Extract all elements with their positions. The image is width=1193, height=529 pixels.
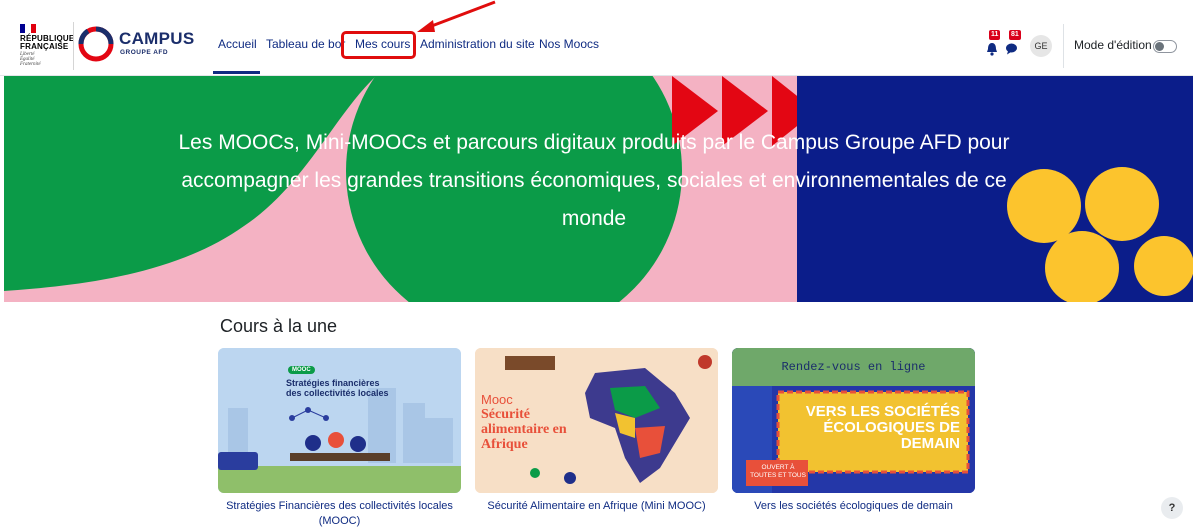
logo-divider xyxy=(73,22,74,70)
help-button[interactable]: ? xyxy=(1161,497,1183,519)
annotation-highlight-box xyxy=(341,31,416,59)
course-image-pretitle: Mooc xyxy=(481,392,513,407)
top-strip xyxy=(0,0,1193,18)
course-image-strategies[interactable]: MOOC Stratégies financières des collecti… xyxy=(218,348,461,493)
nav-active-indicator xyxy=(213,71,260,74)
french-flag-icon xyxy=(20,24,36,33)
header-divider xyxy=(1063,24,1064,68)
toggle-knob xyxy=(1155,42,1164,51)
campus-logo-subtitle: GROUPE AFD xyxy=(120,49,169,56)
campus-logo-icon[interactable] xyxy=(78,26,114,62)
nav-accueil[interactable]: Accueil xyxy=(218,37,257,51)
edit-mode-label: Mode d'édition xyxy=(1074,38,1152,52)
course-image-tag: OUVERT À TOUTES ET TOUS xyxy=(750,464,806,479)
course-image-text: Stratégies financières des collectivités… xyxy=(286,378,389,398)
nav-tableau-de-bord[interactable]: Tableau de bor xyxy=(266,37,345,51)
featured-courses-heading: Cours à la une xyxy=(220,316,338,336)
course-image-societes[interactable]: Rendez-vous en ligne VERS LES SOCIÉTÉS É… xyxy=(732,348,975,493)
navbar: RÉPUBLIQUE FRANÇAISE Liberté Égalité Fra… xyxy=(0,18,1193,76)
user-avatar[interactable]: GE xyxy=(1030,35,1052,57)
edit-mode-toggle[interactable] xyxy=(1153,40,1177,53)
course-image-securite[interactable]: Mooc Sécurité alimentaire en Afrique xyxy=(475,348,718,493)
city-illustration xyxy=(218,348,461,493)
course-image-top-text: Rendez-vous en ligne xyxy=(781,360,926,374)
republic-motto: Liberté Égalité Fraternité xyxy=(20,52,41,67)
republique-francaise-logo[interactable]: RÉPUBLIQUE FRANÇAISE Liberté Égalité Fra… xyxy=(18,24,74,70)
course-image-text: VERS LES SOCIÉTÉS ÉCOLOGIQUES DE DEMAIN xyxy=(805,403,960,452)
bell-icon[interactable] xyxy=(986,42,998,56)
hero-banner: Les MOOCs, Mini-MOOCs et parcours digita… xyxy=(4,76,1193,302)
nav-nos-moocs[interactable]: Nos Moocs xyxy=(539,37,599,51)
hero-text: Les MOOCs, Mini-MOOCs et parcours digita… xyxy=(178,131,1010,230)
nav-administration[interactable]: Administration du site xyxy=(420,37,535,51)
republic-line2: FRANÇAISE xyxy=(20,42,69,51)
mooc-badge: MOOC xyxy=(288,366,315,374)
annotation-arrow-icon xyxy=(417,0,496,32)
notification-count-badge: 11 xyxy=(989,30,1001,40)
chat-icon[interactable] xyxy=(1005,42,1018,55)
course-title-securite[interactable]: Sécurité Alimentaire en Afrique (Mini MO… xyxy=(475,499,718,514)
campus-logo-text[interactable]: CAMPUS xyxy=(119,29,194,49)
course-title-societes[interactable]: Vers les sociétés écologiques de demain xyxy=(732,499,975,514)
course-title-strategies[interactable]: Stratégies Financières des collectivités… xyxy=(218,499,461,529)
course-card-societes[interactable]: Rendez-vous en ligne VERS LES SOCIÉTÉS É… xyxy=(732,348,975,521)
course-card-strategies[interactable]: MOOC Stratégies financières des collecti… xyxy=(218,348,461,527)
message-count-badge: 81 xyxy=(1009,30,1021,40)
course-image-text: Sécurité alimentaire en Afrique xyxy=(481,407,567,452)
course-card-securite[interactable]: Mooc Sécurité alimentaire en Afrique Séc… xyxy=(475,348,718,521)
